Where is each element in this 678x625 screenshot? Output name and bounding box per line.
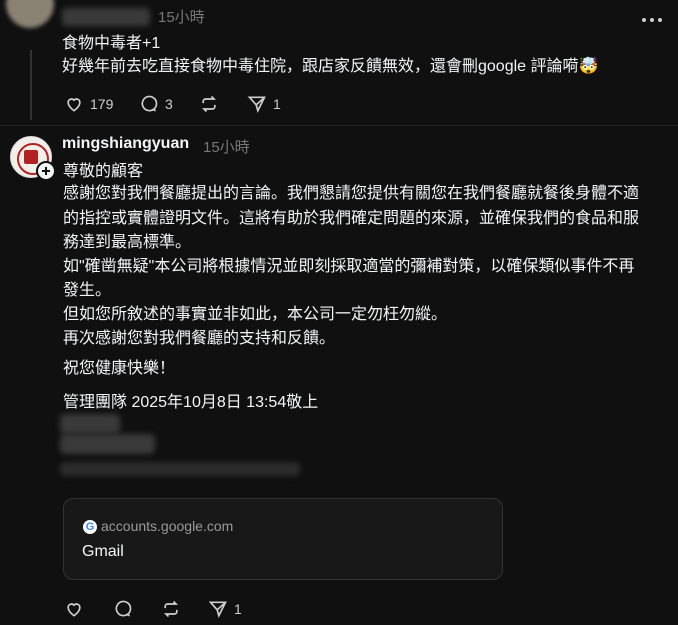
post-time: 15小時 — [203, 139, 250, 156]
post-text-line-8: 再次感謝您對我們餐廳的支持和反饋。 — [63, 330, 336, 347]
reply-button[interactable] — [113, 599, 139, 619]
follow-button[interactable] — [36, 161, 56, 181]
share-button[interactable]: 1 — [208, 599, 242, 619]
post-text-line-4: 務達到最高標準。 — [63, 234, 192, 251]
username-redacted[interactable] — [62, 8, 150, 26]
post-text-line-2: 好幾年前去吃直接食物中毒住院，跟店家反饋無效，還會刪google 評論嗬🤯 — [62, 58, 599, 75]
heart-icon — [67, 98, 81, 112]
comment-icon — [115, 600, 132, 617]
comment-icon — [141, 95, 158, 112]
post-time: 15小時 — [158, 9, 205, 26]
repost-button[interactable] — [161, 599, 181, 619]
heart-icon — [67, 603, 81, 617]
repost-button[interactable] — [199, 94, 219, 114]
repost-icon — [163, 600, 179, 618]
post-text-line-7: 但如您所敘述的事實並非如此，本公司一定勿枉勿縱。 — [63, 306, 448, 323]
reply-button[interactable]: 3 — [139, 94, 173, 114]
redacted-text — [60, 434, 155, 454]
link-title: Gmail — [82, 543, 124, 560]
post-1: 15小時 食物中毒者+1 好幾年前去吃直接食物中毒住院，跟店家反饋無效，還會刪g… — [0, 0, 678, 125]
reply-count: 3 — [165, 96, 173, 112]
send-icon — [247, 96, 266, 113]
post-text-line-3: 的指控或實體證明文件。這將有助於我們確定問題的來源，並確保我們的食品和服 — [63, 210, 640, 227]
post-text-line-6: 發生。 — [63, 282, 112, 299]
link-domain: accounts.google.com — [101, 518, 234, 534]
post-signature: 管理團隊 2025年10月8日 13:54敬上 — [63, 394, 319, 411]
like-count: 179 — [90, 96, 114, 112]
share-count: 1 — [234, 601, 242, 617]
google-g-icon: G — [83, 520, 97, 534]
post-wish: 祝您健康快樂！ — [63, 360, 176, 377]
redacted-text — [60, 462, 300, 476]
redacted-text — [60, 414, 120, 434]
thread-line — [30, 50, 32, 120]
avatar[interactable] — [6, 0, 54, 28]
plus-icon — [42, 167, 50, 175]
post-text-line-2: 感謝您對我們餐廳提出的言論。我們懇請您提供有關您在我們餐廳就餐後身體不適 — [63, 185, 640, 202]
like-button[interactable] — [64, 599, 90, 619]
repost-icon — [201, 95, 217, 113]
post-text-line-5: 如"確凿無疑"本公司將根據情況並即刻採取適當的彌補對策，以確保類似事件不再 — [63, 258, 635, 275]
username[interactable]: mingshiangyuan — [62, 135, 189, 153]
share-button[interactable]: 1 — [247, 94, 281, 114]
share-count: 1 — [273, 96, 281, 112]
send-icon — [208, 601, 227, 618]
post-2: mingshiangyuan 15小時 尊敬的顧客 感謝您對我們餐廳提出的言論。… — [0, 126, 678, 625]
like-button[interactable]: 179 — [64, 94, 113, 114]
post-text-line-1: 食物中毒者+1 — [62, 35, 161, 52]
link-preview-card[interactable]: G accounts.google.com Gmail — [63, 498, 503, 580]
more-icon[interactable] — [642, 9, 666, 27]
